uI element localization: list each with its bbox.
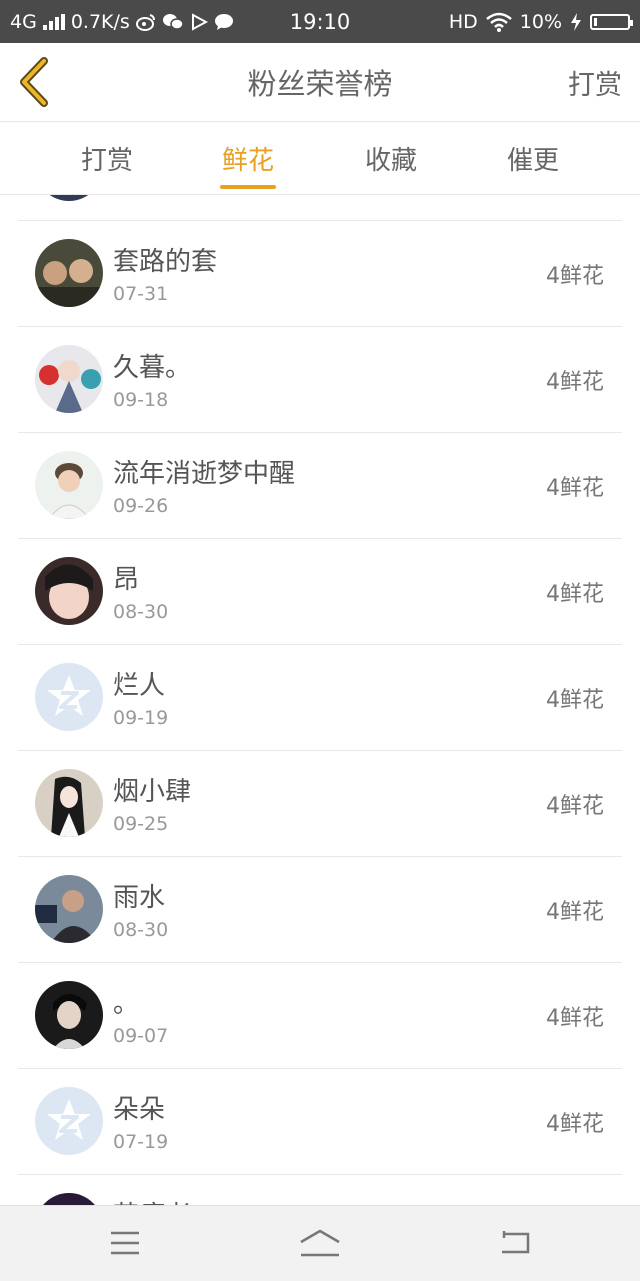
battery-percent: 10% <box>519 10 562 33</box>
list-item[interactable]: 昂 08-30 4鲜花 <box>18 539 622 645</box>
list-item[interactable]: 雨水 08-30 4鲜花 <box>18 857 622 963</box>
tab-reward[interactable]: 打赏 <box>37 122 177 194</box>
fan-list[interactable]: 08-12 套路的套 07-31 4鲜花 久暮。 09-18 4鲜花 流年消逝梦… <box>0 195 640 1205</box>
date: 08-30 <box>113 919 169 941</box>
user-name: 朵朵 <box>113 1095 166 1125</box>
date: 09-18 <box>113 389 169 411</box>
date: 08-30 <box>113 601 169 623</box>
avatar <box>35 239 103 307</box>
flower-count: 4鲜花 <box>546 475 604 501</box>
tab-label: 收藏 <box>364 145 417 176</box>
battery-icon <box>590 13 633 30</box>
user-name: 流年消逝梦中醒 <box>113 459 296 489</box>
list-item[interactable]: 苏瘾者 <box>18 1175 622 1205</box>
user-name: 烟小肆 <box>113 777 192 807</box>
list-item[interactable]: 套路的套 07-31 4鲜花 <box>18 221 622 327</box>
tab-bar: 打赏 鲜花 收藏 催更 <box>0 122 640 195</box>
user-name: 。 <box>113 989 140 1019</box>
return-button[interactable] <box>485 1218 545 1268</box>
user-name: 套路的套 <box>113 247 218 277</box>
return-icon <box>502 1231 530 1254</box>
date: 08-12 <box>113 195 168 199</box>
flower-count: 4鲜花 <box>546 899 604 925</box>
tab-favorites[interactable]: 收藏 <box>321 122 461 194</box>
list-item[interactable]: 08-12 <box>18 195 622 221</box>
avatar <box>35 981 103 1049</box>
avatar <box>35 663 103 731</box>
reward-button[interactable]: 打赏 <box>568 43 622 121</box>
qq-default-avatar-icon <box>35 1087 103 1155</box>
list-item[interactable]: 。 09-07 4鲜花 <box>18 963 622 1069</box>
date: 09-19 <box>113 707 169 729</box>
date: 07-19 <box>113 1131 169 1153</box>
menu-icon <box>111 1231 139 1255</box>
list-item[interactable]: 流年消逝梦中醒 09-26 4鲜花 <box>18 433 622 539</box>
user-name: 雨水 <box>113 883 166 913</box>
avatar <box>35 195 103 201</box>
user-name: 苏瘾者 <box>113 1195 191 1205</box>
flower-count: 4鲜花 <box>546 793 604 819</box>
home-icon <box>300 1229 340 1257</box>
wifi-icon <box>485 12 512 32</box>
avatar <box>35 557 103 625</box>
date: 09-25 <box>113 813 169 835</box>
flower-count: 4鲜花 <box>546 263 604 289</box>
user-name: 昂 <box>113 565 140 595</box>
status-bar: 4G 0.7K/s 19:10 HD 10% <box>0 0 640 43</box>
date: 09-07 <box>113 1025 169 1047</box>
avatar <box>35 1087 103 1155</box>
home-button[interactable] <box>290 1218 350 1268</box>
page-title: 粉丝荣誉榜 <box>247 67 393 101</box>
avatar <box>35 875 103 943</box>
avatar <box>35 345 103 413</box>
avatar <box>35 1193 103 1205</box>
tab-label: 催更 <box>506 145 559 176</box>
list-item[interactable]: 烟小肆 09-25 4鲜花 <box>18 751 622 857</box>
hd-indicator: HD <box>448 10 478 33</box>
user-name: 烂人 <box>113 671 166 701</box>
user-name: 久暮。 <box>113 353 192 383</box>
list-item[interactable]: 朵朵 07-19 4鲜花 <box>18 1069 622 1175</box>
flower-count: 4鲜花 <box>546 1111 604 1137</box>
tab-label: 打赏 <box>80 145 133 176</box>
chevron-left-icon <box>20 57 48 107</box>
avatar <box>35 769 103 837</box>
menu-button[interactable] <box>95 1218 155 1268</box>
tab-label: 鲜花 <box>221 145 274 176</box>
flower-count: 4鲜花 <box>546 687 604 713</box>
avatar <box>35 451 103 519</box>
system-navigation-bar <box>0 1205 640 1281</box>
flower-count: 4鲜花 <box>546 1005 604 1031</box>
flower-count: 4鲜花 <box>546 581 604 607</box>
back-button[interactable] <box>14 57 58 107</box>
qq-default-avatar-icon <box>35 663 103 731</box>
tab-urge-update[interactable]: 催更 <box>463 122 603 194</box>
flower-count: 4鲜花 <box>546 369 604 395</box>
active-tab-indicator <box>220 185 276 189</box>
status-right: HD 10% <box>448 0 633 43</box>
date: 07-31 <box>113 283 169 305</box>
tab-flowers[interactable]: 鲜花 <box>178 122 318 194</box>
navigation-bar: 粉丝荣誉榜 打赏 <box>0 43 640 122</box>
list-item[interactable]: 烂人 09-19 4鲜花 <box>18 645 622 751</box>
date: 09-26 <box>113 495 169 517</box>
charging-icon <box>571 12 581 31</box>
list-item[interactable]: 久暮。 09-18 4鲜花 <box>18 327 622 433</box>
